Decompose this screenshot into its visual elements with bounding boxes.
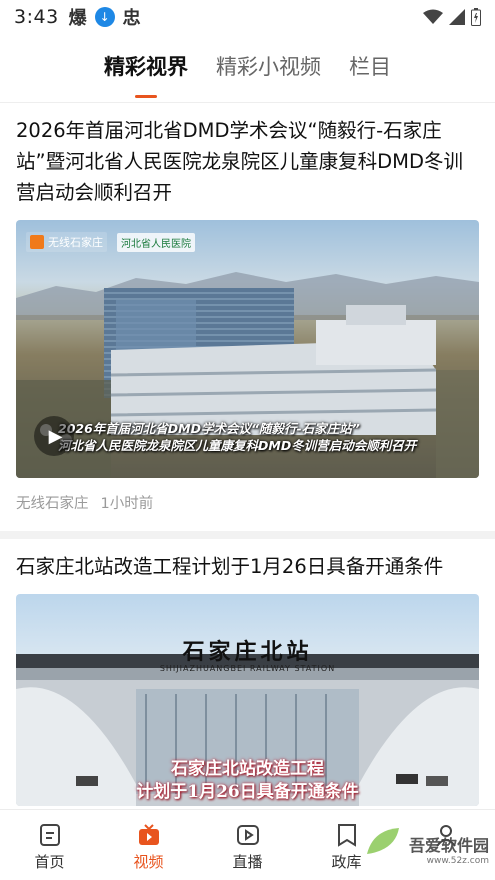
channel-logo-icon	[30, 235, 44, 249]
article-card[interactable]: 2026年首届河北省DMD学术会议“随毅行-石家庄站”暨河北省人民医院龙泉院区儿…	[0, 103, 495, 531]
bookmark-icon	[337, 824, 356, 847]
nav-home[interactable]: 首页	[0, 810, 99, 880]
station-sign-english: SHIJIAZHUANGBEI RAILWAY STATION	[159, 664, 336, 673]
download-icon: ↓	[94, 7, 115, 27]
nav-label: 直播	[232, 853, 263, 871]
tab-jingcai-shijie[interactable]: 精彩视界	[104, 44, 188, 98]
channel-badge-text: 无线石家庄	[48, 236, 103, 249]
status-bar: 3:43 爆 ↓ 忠	[0, 0, 495, 34]
tab-label: 精彩视界	[104, 55, 188, 79]
active-tab-indicator	[135, 95, 157, 98]
station-sign: 石家庄北站	[182, 639, 313, 665]
image-caption-line-1: 石家庄北站改造工程	[171, 759, 324, 779]
video-caption-line-2: 河北省人民医院龙泉院区儿童康复科DMD冬训营启动会顺利召开	[58, 438, 417, 453]
nav-label: 政库	[331, 853, 362, 871]
video-tv-icon	[138, 824, 159, 845]
watermark-leaf-icon	[367, 828, 399, 854]
home-icon	[39, 824, 60, 846]
article-card[interactable]: 石家庄北站改造工程计划于1月26日具备开通条件 石家庄北站 SHIJIAZHUA…	[0, 539, 495, 806]
battery-icon	[471, 8, 481, 26]
article-time: 1小时前	[100, 496, 154, 512]
article-meta: 无线石家庄 1小时前	[16, 478, 479, 531]
notification-glyph-2: 忠	[122, 8, 141, 29]
status-icons-left: 爆 ↓ 忠	[69, 4, 141, 30]
status-icons-right	[423, 8, 481, 26]
channel-badge: 无线石家庄	[26, 232, 107, 252]
tab-label: 栏目	[349, 55, 391, 79]
article-title[interactable]: 石家庄北站改造工程计划于1月26日具备开通条件	[16, 539, 479, 582]
image-badges: 无线石家庄 河北省人民医院	[26, 232, 195, 252]
tab-short-videos[interactable]: 精彩小视频	[216, 44, 321, 90]
site-watermark: 吾爱软件园 www.52z.com	[367, 828, 489, 866]
play-button[interactable]: ▶	[34, 416, 74, 456]
watermark-url: www.52z.com	[426, 856, 489, 866]
image-caption-line-2: 计划于1月26日具备开通条件	[136, 782, 359, 802]
top-tabs: 精彩视界 精彩小视频 栏目	[0, 44, 495, 100]
article-video-thumbnail[interactable]: 无线石家庄 河北省人民医院 2026年首届河北省DMD学术会议“随毅行-石家庄站…	[16, 220, 479, 478]
nav-video[interactable]: 视频	[99, 810, 198, 880]
play-icon: ▶	[48, 425, 63, 447]
nav-label: 首页	[34, 853, 65, 871]
news-feed[interactable]: 2026年首届河北省DMD学术会议“随毅行-石家庄站”暨河北省人民医院龙泉院区儿…	[0, 103, 495, 809]
notification-glyph-1: 爆	[68, 8, 87, 29]
article-title[interactable]: 2026年首届河北省DMD学术会议“随毅行-石家庄站”暨河北省人民医院龙泉院区儿…	[16, 103, 479, 208]
tab-label: 精彩小视频	[216, 55, 321, 79]
live-play-icon	[236, 825, 259, 845]
nav-label: 视频	[133, 853, 164, 871]
article-source: 无线石家庄	[16, 496, 89, 512]
hospital-logo: 河北省人民医院	[117, 232, 195, 252]
watermark-text: 吾爱软件园	[408, 836, 489, 855]
nav-live[interactable]: 直播	[198, 810, 297, 880]
feed-separator	[0, 531, 495, 539]
status-time: 3:43	[14, 6, 59, 28]
wifi-icon	[423, 9, 443, 24]
article-image[interactable]: 石家庄北站 SHIJIAZHUANGBEI RAILWAY STATION 石家…	[16, 594, 479, 806]
signal-icon	[449, 9, 465, 25]
tab-columns[interactable]: 栏目	[349, 44, 391, 90]
